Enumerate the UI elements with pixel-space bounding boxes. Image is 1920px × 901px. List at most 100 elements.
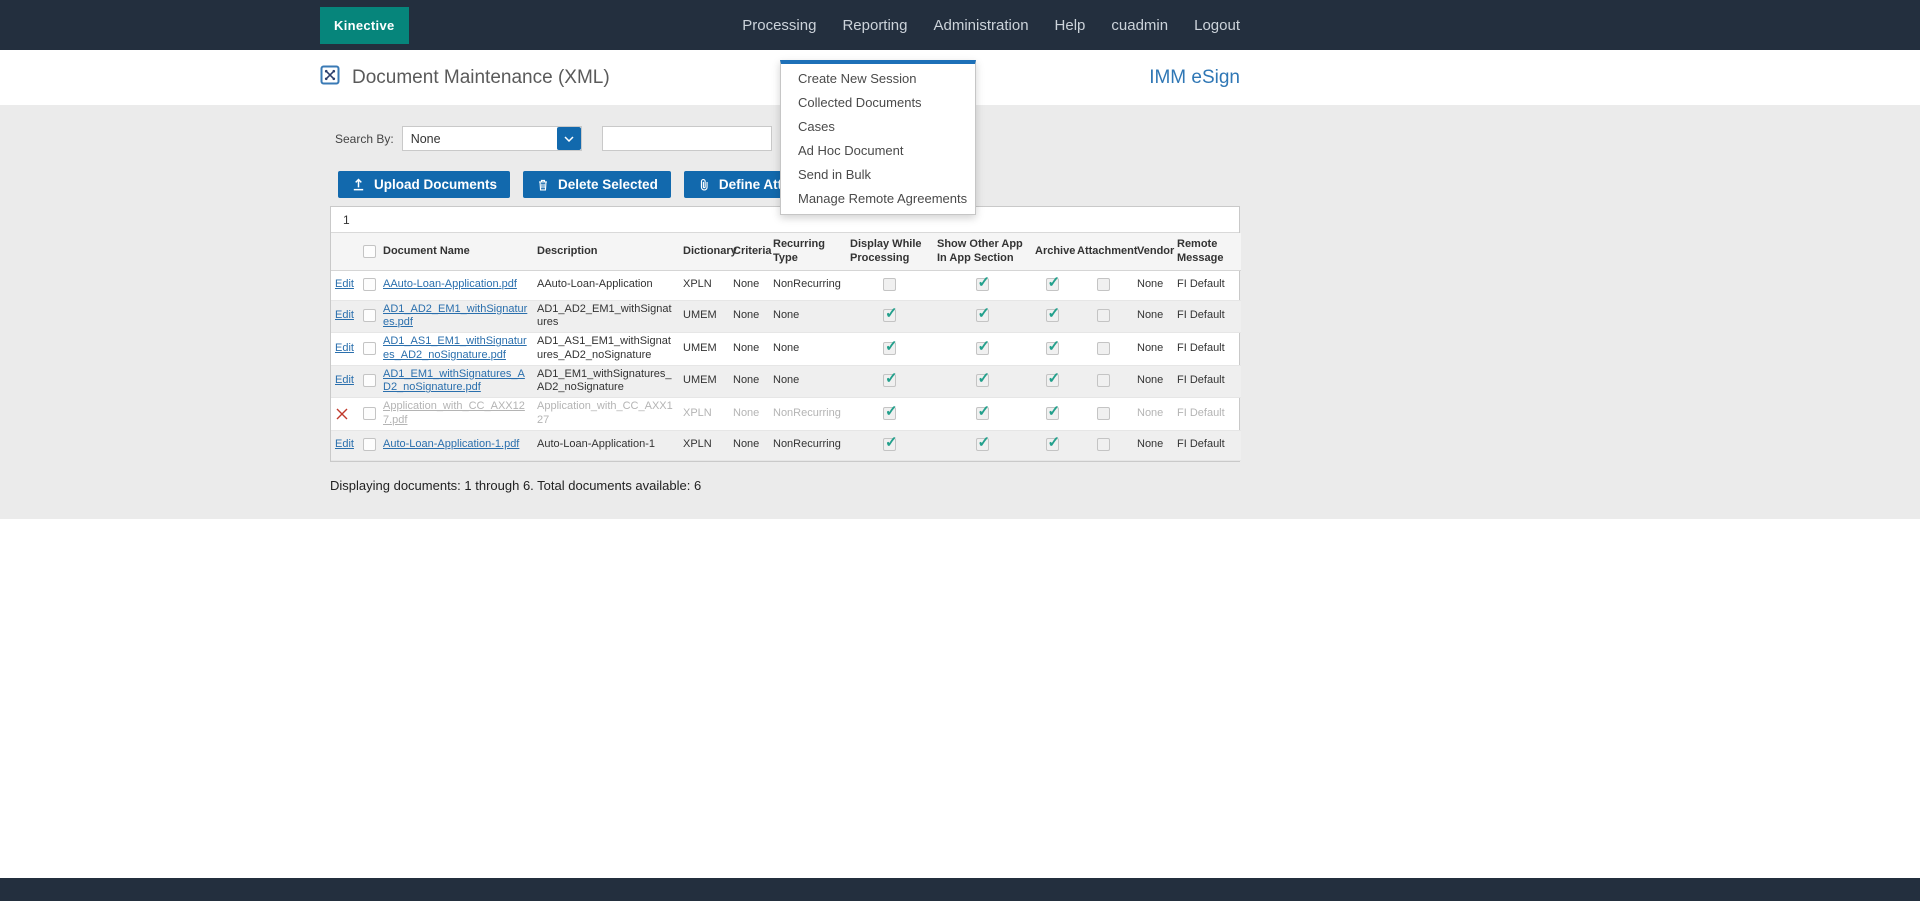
show-other-app-checkbox bbox=[976, 374, 989, 387]
column-header-document-name: Document Name bbox=[379, 233, 533, 270]
document-name-link[interactable]: AD1_AS1_EM1_withSignatures_AD2_noSignatu… bbox=[383, 335, 527, 361]
recurring-type-cell: NonRecurring bbox=[769, 430, 846, 460]
row-select-checkbox[interactable] bbox=[363, 278, 376, 291]
recurring-type-cell: None bbox=[769, 333, 846, 366]
dictionary-cell: UMEM bbox=[679, 300, 729, 333]
kinective-logo[interactable]: Kinective bbox=[320, 7, 409, 44]
edit-link[interactable]: Edit bbox=[335, 438, 354, 450]
column-header-display-while-processing: Display While Processing bbox=[846, 233, 933, 270]
display-while-processing-checkbox bbox=[883, 278, 896, 291]
archive-checkbox bbox=[1046, 278, 1059, 291]
row-select-checkbox[interactable] bbox=[363, 342, 376, 355]
row-select-checkbox[interactable] bbox=[363, 374, 376, 387]
paperclip-icon bbox=[697, 178, 711, 192]
chevron-down-icon bbox=[557, 127, 581, 150]
attachment-checkbox bbox=[1097, 309, 1110, 322]
table-row: Edit AD1_EM1_withSignatures_AD2_noSignat… bbox=[331, 365, 1241, 398]
nav-links: Processing Reporting Administration Help… bbox=[729, 17, 1240, 34]
marked-for-deletion-icon[interactable] bbox=[335, 407, 349, 421]
column-header-show-other-app: Show Other App In App Section bbox=[933, 233, 1031, 270]
processing-dropdown-menu: Create New Session Collected Documents C… bbox=[780, 60, 976, 215]
remote-message-cell: FI Default bbox=[1173, 365, 1241, 398]
table-row: Application_with_CC_AXX127.pdf Applicati… bbox=[331, 398, 1241, 431]
column-header-archive: Archive bbox=[1031, 233, 1073, 270]
show-other-app-checkbox bbox=[976, 342, 989, 355]
description-cell: Application_with_CC_AXX127 bbox=[533, 398, 679, 431]
search-by-label: Search By: bbox=[335, 132, 394, 146]
attachment-checkbox bbox=[1097, 438, 1110, 451]
document-name-link[interactable]: Application_with_CC_AXX127.pdf bbox=[383, 400, 525, 426]
select-all-checkbox[interactable] bbox=[363, 245, 376, 258]
delete-selected-button[interactable]: Delete Selected bbox=[523, 171, 671, 198]
edit-link[interactable]: Edit bbox=[335, 342, 354, 354]
upload-documents-button[interactable]: Upload Documents bbox=[338, 171, 510, 198]
show-other-app-checkbox bbox=[976, 407, 989, 420]
archive-checkbox bbox=[1046, 309, 1059, 322]
menu-item-send-in-bulk[interactable]: Send in Bulk bbox=[781, 163, 975, 187]
menu-item-cases[interactable]: Cases bbox=[781, 115, 975, 139]
attachment-checkbox bbox=[1097, 342, 1110, 355]
criteria-cell: None bbox=[729, 365, 769, 398]
table-row: Edit AD1_AD2_EM1_withSignatures.pdf AD1_… bbox=[331, 300, 1241, 333]
description-cell: AD1_AS1_EM1_withSignatures_AD2_noSignatu… bbox=[533, 333, 679, 366]
documents-table-panel: 1 Document Name Description Dictionary C… bbox=[330, 206, 1240, 462]
nav-item-reporting[interactable]: Reporting bbox=[829, 17, 920, 34]
search-by-select[interactable]: None bbox=[402, 126, 582, 151]
search-input[interactable] bbox=[602, 126, 772, 151]
show-other-app-checkbox bbox=[976, 278, 989, 291]
attachment-checkbox bbox=[1097, 407, 1110, 420]
menu-item-create-new-session[interactable]: Create New Session bbox=[781, 67, 975, 91]
nav-item-logout[interactable]: Logout bbox=[1181, 17, 1240, 34]
column-header-vendor: Vendor bbox=[1133, 233, 1173, 270]
show-other-app-checkbox bbox=[976, 309, 989, 322]
archive-checkbox bbox=[1046, 407, 1059, 420]
footer-bar bbox=[0, 878, 1920, 901]
menu-item-collected-documents[interactable]: Collected Documents bbox=[781, 91, 975, 115]
recurring-type-cell: NonRecurring bbox=[769, 398, 846, 431]
attachment-checkbox bbox=[1097, 374, 1110, 387]
document-name-link[interactable]: AD1_EM1_withSignatures_AD2_noSignature.p… bbox=[383, 368, 525, 394]
dictionary-cell: UMEM bbox=[679, 333, 729, 366]
remote-message-cell: FI Default bbox=[1173, 300, 1241, 333]
table-row: Edit Auto-Loan-Application-1.pdf Auto-Lo… bbox=[331, 430, 1241, 460]
nav-item-user-cuadmin[interactable]: cuadmin bbox=[1098, 17, 1181, 34]
row-select-checkbox[interactable] bbox=[363, 407, 376, 420]
criteria-cell: None bbox=[729, 300, 769, 333]
top-nav: Kinective Processing Reporting Administr… bbox=[0, 0, 1920, 50]
menu-item-ad-hoc-document[interactable]: Ad Hoc Document bbox=[781, 139, 975, 163]
nav-item-administration[interactable]: Administration bbox=[921, 17, 1042, 34]
archive-checkbox bbox=[1046, 342, 1059, 355]
display-while-processing-checkbox bbox=[883, 374, 896, 387]
page-title: Document Maintenance (XML) bbox=[352, 67, 610, 89]
upload-icon bbox=[351, 177, 366, 192]
documents-table: Document Name Description Dictionary Cri… bbox=[331, 233, 1241, 461]
edit-link[interactable]: Edit bbox=[335, 374, 354, 386]
row-select-checkbox[interactable] bbox=[363, 309, 376, 322]
document-name-link[interactable]: AAuto-Loan-Application.pdf bbox=[383, 278, 517, 290]
recurring-type-cell: None bbox=[769, 300, 846, 333]
menu-item-manage-remote-agreements[interactable]: Manage Remote Agreements bbox=[781, 187, 975, 211]
row-select-checkbox[interactable] bbox=[363, 438, 376, 451]
vendor-cell: None bbox=[1133, 270, 1173, 300]
edit-link[interactable]: Edit bbox=[335, 278, 354, 290]
description-cell: AD1_AD2_EM1_withSignatures bbox=[533, 300, 679, 333]
description-cell: Auto-Loan-Application-1 bbox=[533, 430, 679, 460]
column-header-action bbox=[331, 233, 359, 270]
vendor-cell: None bbox=[1133, 365, 1173, 398]
table-row: Edit AAuto-Loan-Application.pdf AAuto-Lo… bbox=[331, 270, 1241, 300]
edit-link[interactable]: Edit bbox=[335, 309, 354, 321]
document-name-link[interactable]: AD1_AD2_EM1_withSignatures.pdf bbox=[383, 303, 527, 329]
column-header-dictionary: Dictionary bbox=[679, 233, 729, 270]
nav-item-help[interactable]: Help bbox=[1042, 17, 1099, 34]
display-while-processing-checkbox bbox=[883, 407, 896, 420]
display-while-processing-checkbox bbox=[883, 309, 896, 322]
column-header-description: Description bbox=[533, 233, 679, 270]
recurring-type-cell: NonRecurring bbox=[769, 270, 846, 300]
document-name-link[interactable]: Auto-Loan-Application-1.pdf bbox=[383, 438, 519, 450]
remote-message-cell: FI Default bbox=[1173, 398, 1241, 431]
nav-item-processing[interactable]: Processing bbox=[729, 17, 829, 34]
vendor-cell: None bbox=[1133, 430, 1173, 460]
pagination-page-1[interactable]: 1 bbox=[337, 211, 356, 229]
description-cell: AAuto-Loan-Application bbox=[533, 270, 679, 300]
documents-summary: Displaying documents: 1 through 6. Total… bbox=[330, 478, 1240, 493]
